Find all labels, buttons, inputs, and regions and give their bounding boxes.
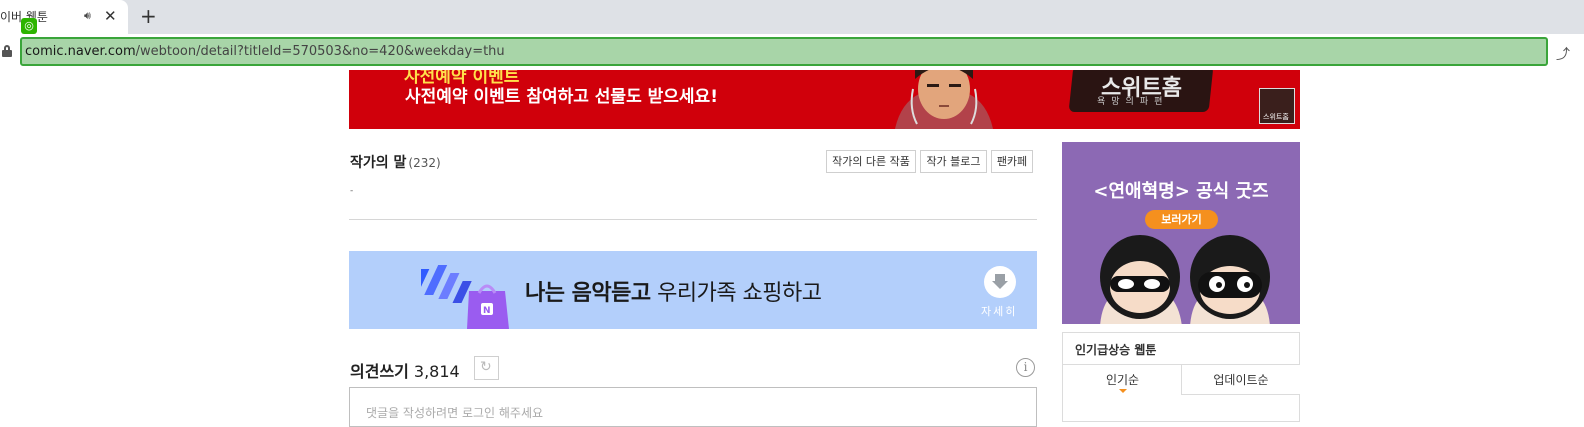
author-note-heading: 작가의 말 (232) (350, 155, 441, 171)
goods-side-ad[interactable]: <연애혁명> 공식 굿즈 보러가기 (1062, 142, 1300, 324)
refresh-icon: ↻ (480, 359, 492, 375)
side-ad-characters-illustration (1100, 235, 1270, 324)
info-icon[interactable]: i (1016, 358, 1035, 377)
refresh-comments-button[interactable]: ↻ (474, 356, 499, 380)
author-note-count: (232) (408, 156, 441, 170)
author-blog-button[interactable]: 작가 블로그 (920, 150, 987, 173)
side-ad-view-button[interactable]: 보러가기 (1145, 210, 1218, 229)
tab-strip: 이버 웹툰 ◎ 🔊︎ ✕ + (0, 0, 1584, 34)
top-banner-ad[interactable]: 사전예약 이벤트 사전예약 이벤트 참여하고 선물도 받으세요! 스위트홈 욕망… (349, 70, 1300, 129)
banner-subline: 사전예약 이벤트 참여하고 선물도 받으세요! (405, 87, 718, 107)
banner-character-illustration (895, 70, 993, 129)
svg-text:N: N (483, 306, 491, 316)
ad-detail-link[interactable]: 자세히 (981, 303, 1017, 319)
banner-thumbnail-label: 스위트홈 (1263, 113, 1289, 121)
banner-logo-subtitle: 욕망의파편 (1097, 97, 1169, 107)
audio-playing-icon[interactable]: 🔊︎ (84, 9, 91, 23)
naver-music-ad[interactable]: N 나는 음악듣고 우리가족 쇼핑하고 자세히 (349, 251, 1037, 329)
close-tab-icon[interactable]: ✕ (104, 7, 117, 25)
comments-heading: 의견쓰기 3,814 (350, 362, 460, 381)
divider (349, 219, 1037, 220)
naver-favicon-icon: ◎ (21, 18, 37, 34)
comments-count: 3,814 (413, 362, 460, 381)
author-other-works-button[interactable]: 작가의 다른 작품 (826, 150, 916, 173)
url-text[interactable]: comic.naver.com/webtoon/detail?titleId=5… (25, 44, 505, 59)
tab-updated[interactable]: 업데이트순 (1181, 364, 1300, 395)
comment-input[interactable]: 댓글을 작성하려면 로그인 해주세요 (349, 387, 1037, 427)
new-tab-icon[interactable]: + (140, 4, 157, 28)
share-icon[interactable]: ⤴ (1556, 44, 1570, 64)
author-note-body: - (350, 186, 354, 196)
comment-placeholder: 댓글을 작성하려면 로그인 해주세요 (366, 406, 544, 420)
ad-headline: 나는 음악듣고 우리가족 쇼핑하고 (525, 281, 822, 306)
tab-popular[interactable]: 인기순 (1063, 364, 1182, 395)
side-ad-title: <연애혁명> 공식 굿즈 (1093, 181, 1269, 202)
browser-tab[interactable]: 이버 웹툰 ◎ 🔊︎ ✕ (0, 0, 128, 34)
lock-icon[interactable] (2, 45, 12, 57)
fan-cafe-button[interactable]: 팬카페 (991, 150, 1033, 173)
rising-webtoon-box: 인기급상승 웹툰 인기순 업데이트순 (1062, 332, 1300, 422)
vibe-shopping-logo-icon: N (421, 265, 509, 329)
address-bar[interactable]: comic.naver.com/webtoon/detail?titleId=5… (20, 37, 1548, 66)
download-icon[interactable] (984, 266, 1016, 298)
rising-webtoon-title: 인기급상승 웹툰 (1075, 343, 1157, 357)
